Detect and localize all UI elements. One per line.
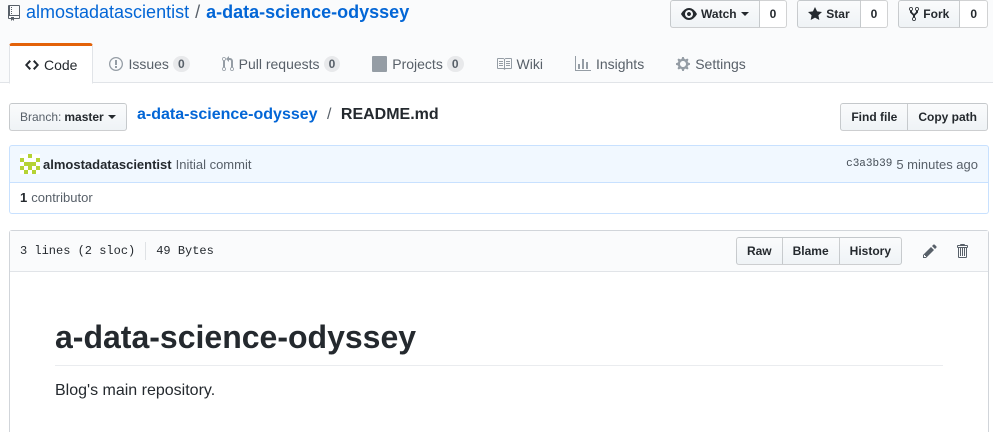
- pull-requests-counter: 0: [323, 56, 341, 72]
- contributors-label: contributor: [31, 190, 93, 205]
- issues-counter: 0: [172, 56, 190, 72]
- star-group: Star 0: [797, 0, 889, 28]
- trash-icon: [957, 244, 968, 258]
- tab-projects[interactable]: Projects 0: [356, 43, 479, 83]
- tab-projects-label: Projects: [392, 56, 443, 72]
- breadcrumb-repo-link[interactable]: a-data-science-odyssey: [137, 106, 318, 123]
- tab-insights[interactable]: Insights: [559, 43, 660, 83]
- watch-button[interactable]: Watch: [670, 0, 760, 28]
- eye-icon: [681, 8, 698, 20]
- repo-icon: [8, 4, 20, 21]
- branch-prefix: Branch:: [20, 110, 62, 124]
- edit-file-button[interactable]: [914, 237, 946, 265]
- commit-time: 5 minutes ago: [896, 156, 978, 172]
- repo-header: almostadatascientist / a-data-science-od…: [0, 0, 993, 84]
- tab-pull-requests[interactable]: Pull requests 0: [206, 43, 357, 83]
- watch-group: Watch 0: [670, 0, 788, 28]
- file-view-buttons: Raw Blame History: [735, 237, 902, 265]
- pull-request-icon: [221, 56, 234, 72]
- copy-path-button[interactable]: Copy path: [908, 103, 988, 131]
- issue-icon: [109, 57, 124, 71]
- file-lines-info: 3 lines (2 sloc): [20, 244, 136, 258]
- commit-message-link[interactable]: Initial commit: [176, 157, 252, 172]
- commit-meta: c3a3b39 5 minutes ago: [846, 157, 978, 172]
- readme-content: a-data-science-odyssey Blog's main repos…: [10, 272, 988, 400]
- readme-paragraph: Blog's main repository.: [55, 382, 216, 399]
- commit-tease: almostadatascientist Initial commit c3a3…: [9, 145, 989, 183]
- fork-group: Fork 0: [898, 0, 988, 28]
- code-icon: [25, 59, 39, 70]
- tab-wiki-label: Wiki: [516, 56, 543, 72]
- breadcrumb: a-data-science-odyssey / README.md: [137, 106, 439, 124]
- star-icon: [808, 7, 823, 20]
- tab-issues-label: Issues: [128, 56, 169, 72]
- repo-owner-link[interactable]: almostadatascientist: [26, 2, 189, 23]
- star-label: Star: [826, 7, 850, 21]
- tab-settings[interactable]: Settings: [660, 43, 762, 83]
- star-count[interactable]: 0: [860, 0, 889, 28]
- tab-code-label: Code: [44, 56, 78, 73]
- graph-icon: [574, 56, 591, 71]
- blame-button[interactable]: Blame: [782, 237, 840, 265]
- breadcrumb-separator: /: [326, 106, 332, 123]
- chevron-down-icon: [740, 12, 749, 16]
- branch-select-button[interactable]: Branch: master: [9, 103, 127, 131]
- fork-button[interactable]: Fork: [898, 0, 961, 28]
- contributors-summary: 1 contributor: [9, 182, 989, 214]
- pencil-icon: [923, 244, 937, 258]
- gear-icon: [676, 57, 691, 71]
- file-actions: Raw Blame History: [735, 237, 978, 265]
- commit-sha-link[interactable]: c3a3b39: [846, 158, 892, 170]
- file-box: 3 lines (2 sloc) 49 Bytes Raw Blame Hist…: [9, 230, 989, 432]
- chevron-down-icon: [107, 115, 116, 119]
- file-nav-buttons: Find file Copy path: [840, 103, 988, 131]
- history-button[interactable]: History: [839, 237, 902, 265]
- tab-wiki[interactable]: Wiki: [480, 43, 559, 83]
- file-size-info: 49 Bytes: [156, 244, 214, 258]
- tab-settings-label: Settings: [695, 56, 746, 72]
- project-icon: [372, 56, 388, 72]
- file-info-divider: [145, 242, 147, 260]
- branch-name: master: [64, 110, 104, 124]
- watch-label: Watch: [701, 7, 737, 21]
- file-header: 3 lines (2 sloc) 49 Bytes Raw Blame Hist…: [10, 231, 988, 272]
- repo-nav: Code Issues 0 Pull requests 0 Projects 0…: [9, 43, 762, 84]
- delete-file-button[interactable]: [946, 237, 978, 265]
- repo-title: almostadatascientist / a-data-science-od…: [8, 2, 409, 23]
- fork-icon: [909, 6, 920, 22]
- contributors-count: 1: [20, 190, 28, 205]
- tab-code[interactable]: Code: [9, 43, 94, 84]
- tab-pull-requests-label: Pull requests: [238, 56, 320, 72]
- find-file-button[interactable]: Find file: [840, 103, 909, 131]
- avatar[interactable]: [20, 154, 40, 174]
- repo-name-link[interactable]: a-data-science-odyssey: [206, 2, 409, 23]
- book-icon: [496, 58, 512, 70]
- readme-heading: a-data-science-odyssey: [55, 317, 943, 366]
- star-button[interactable]: Star: [797, 0, 861, 28]
- raw-button[interactable]: Raw: [735, 237, 783, 265]
- repo-title-separator: /: [195, 2, 201, 22]
- breadcrumb-file: README.md: [340, 106, 439, 123]
- tab-issues[interactable]: Issues 0: [93, 43, 205, 83]
- fork-label: Fork: [923, 7, 950, 21]
- watch-count[interactable]: 0: [759, 0, 788, 28]
- projects-counter: 0: [446, 56, 464, 72]
- commit-author-link[interactable]: almostadatascientist: [43, 157, 172, 172]
- tab-insights-label: Insights: [595, 56, 645, 72]
- fork-count[interactable]: 0: [960, 0, 988, 28]
- repo-actions: Watch 0 Star 0 Fork 0: [660, 0, 988, 28]
